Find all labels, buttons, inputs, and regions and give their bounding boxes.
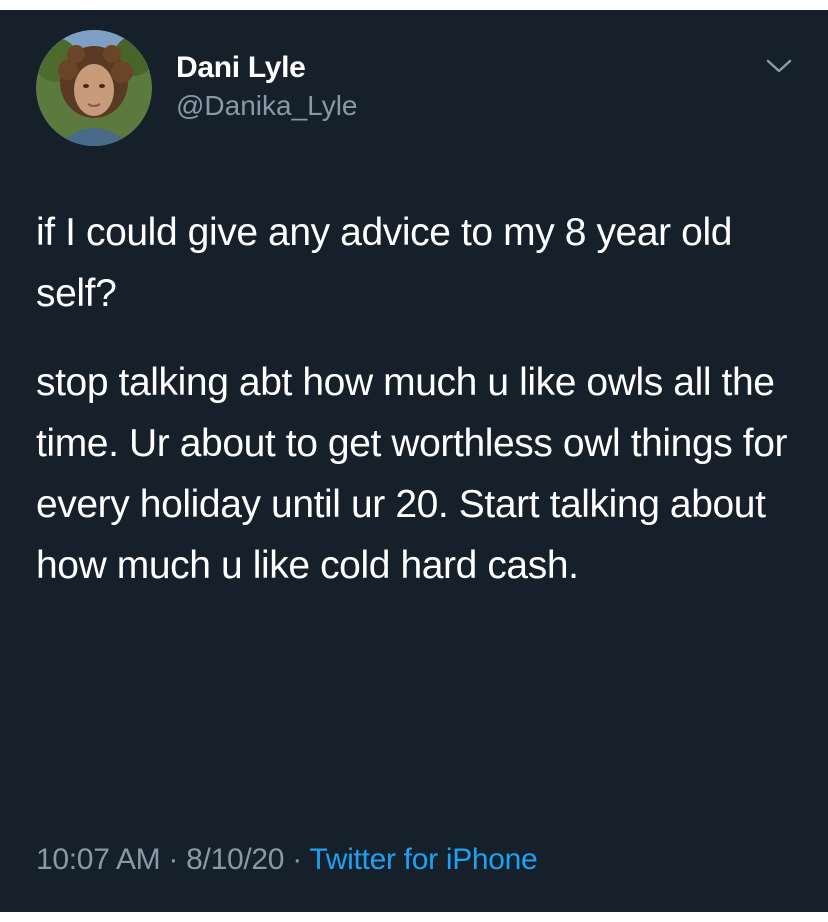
tweet-card: Dani Lyle @Danika_Lyle if I could give a… [0, 10, 828, 912]
tweet-date[interactable]: 8/10/20 [186, 843, 284, 876]
tweet-paragraph: if I could give any advice to my 8 year … [36, 211, 732, 315]
author-names: Dani Lyle @Danika_Lyle [176, 50, 357, 124]
display-name[interactable]: Dani Lyle [176, 50, 357, 86]
tweet-source-link[interactable]: Twitter for iPhone [309, 843, 537, 876]
avatar[interactable] [36, 30, 152, 146]
meta-separator: · [168, 843, 179, 876]
avatar-photo [36, 30, 152, 146]
chevron-down-icon[interactable] [764, 54, 794, 78]
meta-separator: · [292, 843, 302, 876]
tweet-text: if I could give any advice to my 8 year … [36, 202, 796, 596]
tweet-paragraph: stop talking abt how much u like owls al… [36, 361, 788, 587]
tweet-time[interactable]: 10:07 AM [36, 843, 161, 876]
tweet-meta: 10:07 AM · 8/10/20 · Twitter for iPhone [36, 840, 538, 880]
user-handle[interactable]: @Danika_Lyle [176, 88, 357, 124]
